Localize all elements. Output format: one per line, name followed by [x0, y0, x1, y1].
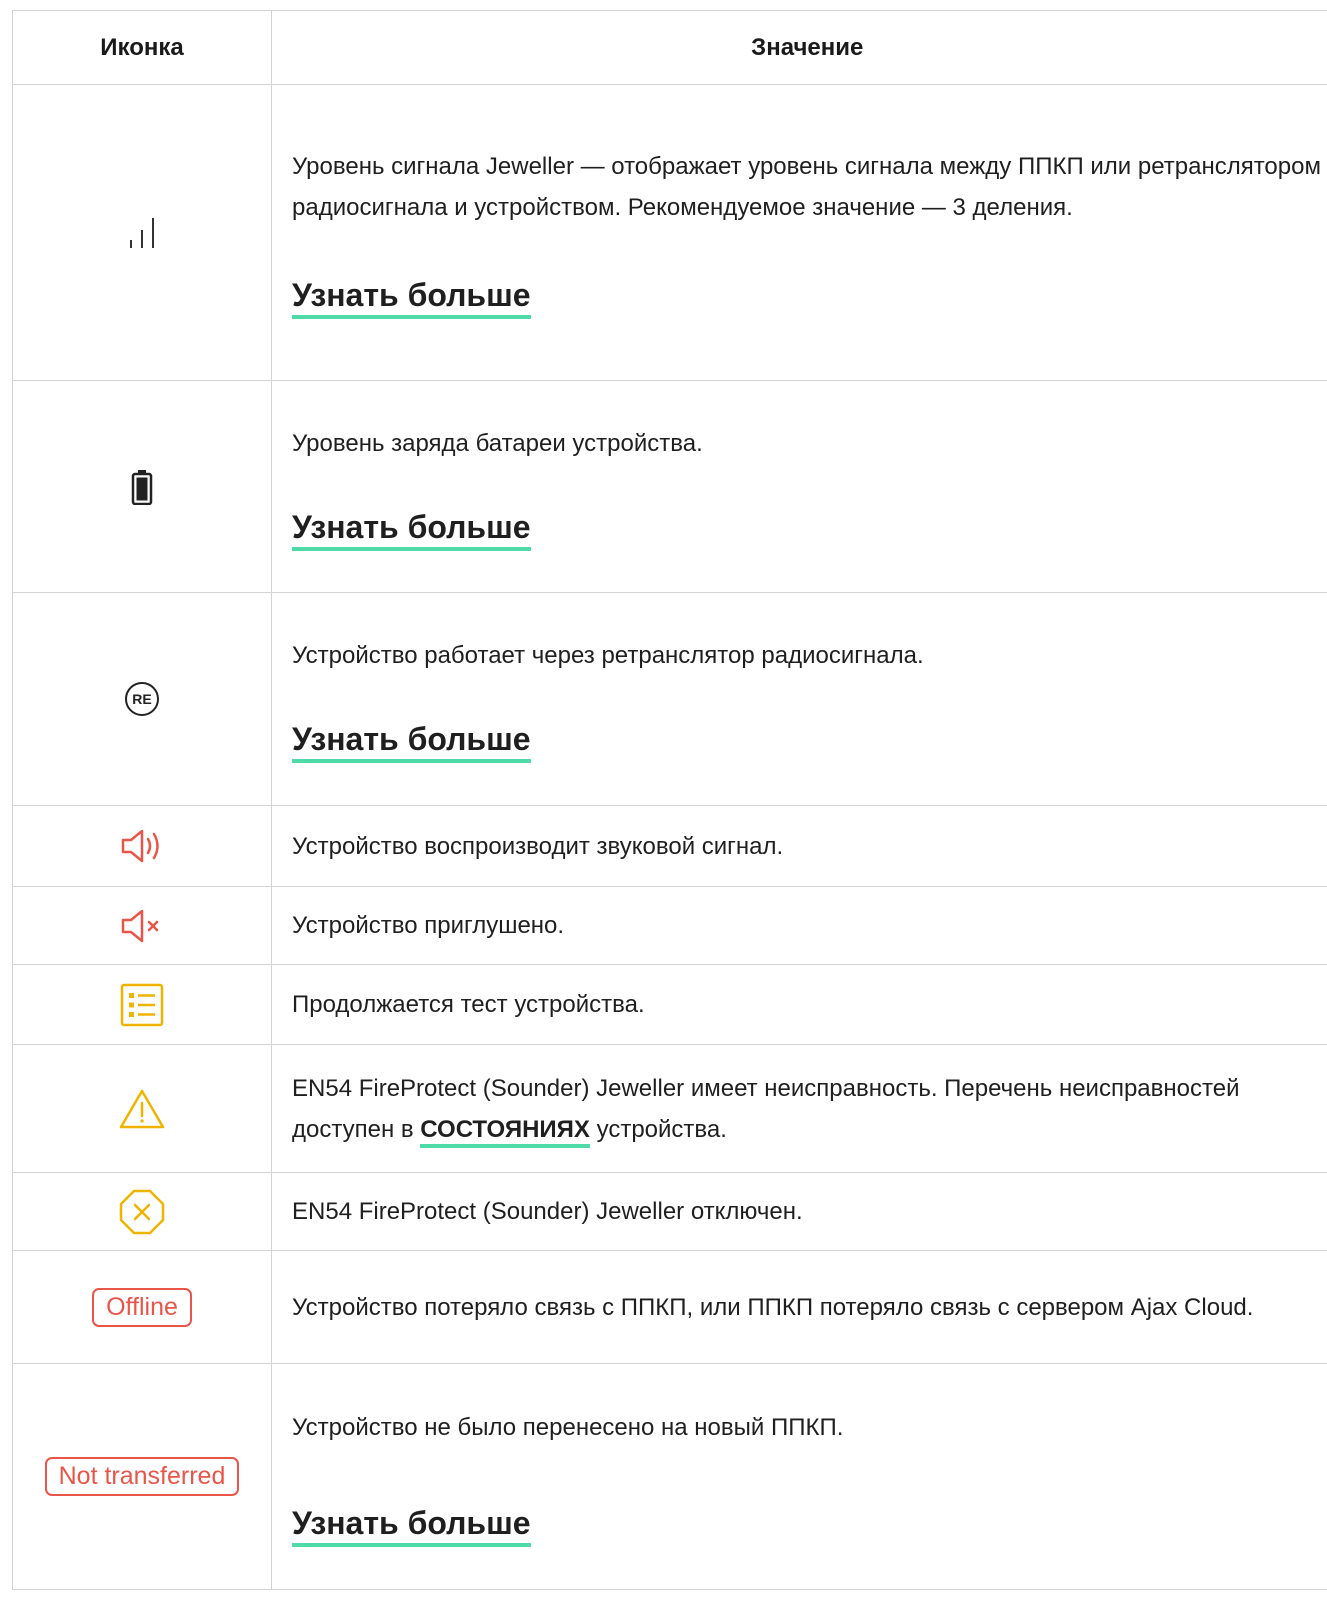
meaning-text: Устройство не было перенесено на новый П…: [292, 1413, 844, 1441]
meaning-text: Устройство приглушено.: [292, 912, 565, 939]
learn-more-link[interactable]: Узнать больше: [292, 508, 531, 551]
disabled-octagon-icon: [119, 1189, 165, 1234]
header-icon: Иконка: [12, 10, 272, 85]
learn-more-link[interactable]: Узнать больше: [292, 1504, 531, 1547]
table-row: Not transferred Устройство не было перен…: [12, 1363, 1327, 1590]
table-row: EN54 FireProtect (Sounder) Jeweller имее…: [12, 1044, 1327, 1173]
table-row: Продолжается тест устройства.: [12, 964, 1327, 1045]
checklist-icon: [120, 983, 164, 1026]
learn-more-link[interactable]: Узнать больше: [292, 720, 531, 763]
meaning-text: Устройство воспроизводит звуковой сигнал…: [292, 832, 784, 860]
table-row: Устройство приглушено.: [12, 886, 1327, 965]
icon-cell: Not transferred: [12, 1363, 272, 1590]
meaning-text: Устройство работает через ретранслятор р…: [292, 642, 924, 669]
icon-cell: [12, 1172, 272, 1251]
meaning-cell: EN54 FireProtect (Sounder) Jeweller имее…: [271, 1044, 1327, 1173]
icon-cell: Offline: [12, 1250, 272, 1364]
meaning-text: Уровень сигнала Jeweller — отображает ур…: [292, 153, 1321, 221]
icon-cell: [12, 84, 272, 381]
icon-cell: [12, 805, 272, 887]
meaning-cell: Уровень сигнала Jeweller — отображает ур…: [271, 84, 1327, 381]
battery-icon: [131, 469, 153, 505]
icon-cell: [12, 380, 272, 593]
states-link[interactable]: СОСТОЯНИЯХ: [420, 1115, 590, 1148]
table-row: Устройство воспроизводит звуковой сигнал…: [12, 805, 1327, 887]
speaker-sound-icon: [121, 829, 159, 863]
meaning-text: Устройство потеряло связь с ППКП, или ПП…: [292, 1293, 1254, 1321]
meaning-cell: Продолжается тест устройства.: [271, 964, 1327, 1045]
table-header-row: Иконка Значение: [12, 10, 1327, 85]
meaning-cell: Уровень заряда батареи устройства. Узнат…: [271, 380, 1327, 593]
icon-cell: [12, 964, 272, 1045]
warning-triangle-icon: [119, 1089, 165, 1128]
meaning-cell: Устройство не было перенесено на новый П…: [271, 1363, 1327, 1590]
meaning-cell: EN54 FireProtect (Sounder) Jeweller откл…: [271, 1172, 1327, 1251]
header-meaning: Значение: [271, 10, 1327, 85]
icon-cell: [12, 886, 272, 965]
meaning-text: Продолжается тест устройства.: [292, 991, 645, 1018]
signal-strength-icon: [130, 217, 154, 248]
table-row: RE Устройство работает через ретранслято…: [12, 592, 1327, 806]
meaning-cell: Устройство приглушено.: [271, 886, 1327, 965]
meaning-text-tail: устройства.: [589, 1115, 727, 1143]
meaning-cell: Устройство работает через ретранслятор р…: [271, 592, 1327, 806]
meaning-text: Уровень заряда батареи устройства.: [292, 429, 703, 457]
table-row: Offline Устройство потеряло связь с ППКП…: [12, 1250, 1327, 1364]
meaning-text: EN54 FireProtect (Sounder) Jeweller откл…: [292, 1198, 803, 1225]
not-transferred-badge: Not transferred: [44, 1457, 240, 1496]
table-row: EN54 FireProtect (Sounder) Jeweller откл…: [12, 1172, 1327, 1251]
offline-badge: Offline: [92, 1287, 192, 1327]
meaning-cell: Устройство потеряло связь с ППКП, или ПП…: [271, 1250, 1327, 1364]
speaker-muted-icon: [121, 909, 159, 942]
status-icons-table: Иконка Значение Уровень сигнала Jeweller…: [12, 10, 1327, 1590]
meaning-cell: Устройство воспроизводит звуковой сигнал…: [271, 805, 1327, 887]
re-icon: RE: [125, 682, 159, 716]
table-row: Уровень сигнала Jeweller — отображает ур…: [12, 84, 1327, 381]
learn-more-link[interactable]: Узнать больше: [292, 276, 531, 319]
table-row: Уровень заряда батареи устройства. Узнат…: [12, 380, 1327, 593]
re-icon-text: RE: [132, 691, 151, 707]
icon-cell: [12, 1044, 272, 1173]
icon-cell: RE: [12, 592, 272, 806]
